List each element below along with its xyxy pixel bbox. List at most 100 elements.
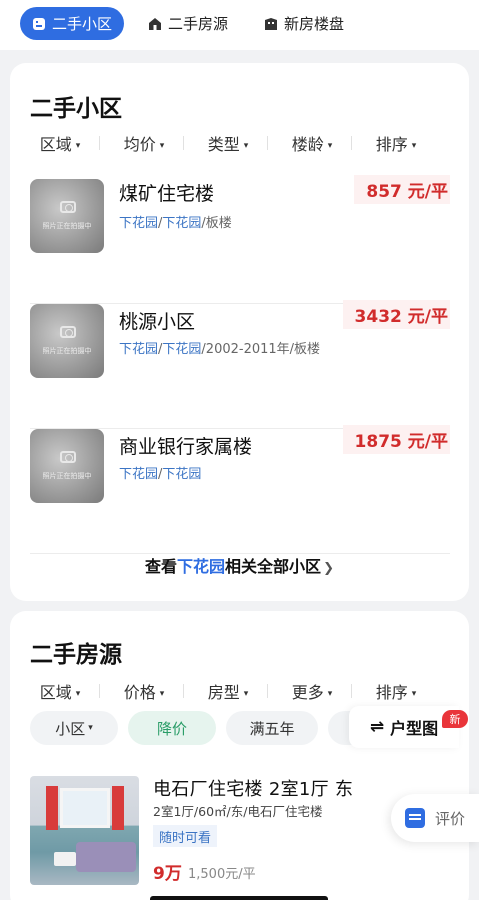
bottom-bar-edge — [150, 896, 328, 900]
tab-new-homes[interactable]: 新房楼盘 — [264, 7, 344, 40]
chip-label: 满五年 — [249, 719, 295, 738]
filter-type[interactable]: 类型 ▾ — [186, 131, 270, 155]
divider — [183, 136, 184, 150]
price-unit: 元/平 — [407, 432, 448, 452]
community-name: 商业银行家属楼 — [119, 436, 253, 458]
filter-label: 区域 — [39, 135, 72, 154]
photo-detail — [76, 842, 136, 872]
listing-card: 二手房源 区域▾ 价格▾ 房型▾ 更多▾ 排序▾ 小区▾ 降价 满五年 满 电石… — [10, 611, 469, 900]
district-link[interactable]: 下花园 — [119, 216, 158, 231]
tab-secondhand-listings[interactable]: 二手房源 — [148, 7, 228, 40]
community-meta: 下花园/下花园 — [119, 467, 202, 482]
divider — [99, 136, 100, 150]
chevron-down-icon: ▾ — [327, 140, 333, 151]
view-all-highlight: 下花园 — [177, 557, 226, 576]
chevron-down-icon: ▾ — [411, 688, 417, 699]
tab-label: 新房楼盘 — [284, 15, 345, 33]
tab-secondhand-community[interactable]: 二手小区 — [20, 7, 125, 40]
new-building-icon — [265, 17, 277, 30]
community-photo-placeholder: 照片正在拍摄中 — [30, 179, 104, 253]
filter-label: 房型 — [207, 683, 240, 702]
listing-tag: 随时可看 — [153, 825, 218, 847]
community-photo-placeholder: 照片正在拍摄中 — [30, 429, 104, 503]
filter-sort[interactable]: 排序 ▾ — [354, 679, 438, 703]
filter-label: 排序 — [375, 683, 408, 702]
community-item[interactable]: 照片正在拍摄中 煤矿住宅楼 下花园/下花园/板楼 857 元/平 — [30, 175, 450, 304]
filter-region[interactable]: 区域 ▾ — [18, 131, 102, 155]
view-all-prefix: 查看 — [145, 557, 178, 576]
community-meta: 下花园/下花园/2002-2011年/板楼 — [119, 342, 321, 357]
community-attrs: /板楼 — [201, 216, 232, 231]
home-icon — [149, 17, 161, 30]
building-icon — [33, 17, 45, 30]
price-value: 1875 — [354, 432, 402, 452]
filter-region[interactable]: 区域 ▾ — [18, 679, 102, 703]
community-price: 857 元/平 — [354, 175, 450, 204]
community-item[interactable]: 照片正在拍摄中 桃源小区 下花园/下花园/2002-2011年/板楼 3432 … — [30, 300, 450, 429]
chevron-down-icon: ▾ — [159, 140, 165, 151]
price-value: 3432 — [354, 307, 402, 327]
price-unit: 元/平 — [407, 307, 448, 327]
listing-photo[interactable] — [30, 776, 139, 885]
tab-label: 二手小区 — [52, 15, 113, 33]
district-link[interactable]: 下花园 — [119, 342, 158, 357]
filter-sort[interactable]: 排序 ▾ — [354, 131, 438, 155]
filter-avg-price[interactable]: 均价 ▾ — [102, 131, 186, 155]
review-button[interactable]: 评价 — [391, 794, 479, 842]
price-unit: 元/平 — [407, 182, 448, 202]
filter-label: 区域 — [39, 683, 72, 702]
listing-meta: 2室1厅/60㎡/东/电石厂住宅楼 — [153, 804, 323, 819]
area-link[interactable]: 下花园 — [162, 342, 201, 357]
area-link[interactable]: 下花园 — [162, 216, 201, 231]
section-title: 二手房源 — [30, 642, 122, 668]
filter-price[interactable]: 价格 ▾ — [102, 679, 186, 703]
filter-more[interactable]: 更多 ▾ — [270, 679, 354, 703]
filter-label: 类型 — [207, 135, 240, 154]
photo-detail — [60, 788, 110, 828]
filter-building-age[interactable]: 楼龄 ▾ — [270, 131, 354, 155]
photo-detail — [112, 786, 124, 830]
chip-over-five-years[interactable]: 满五年 — [226, 711, 318, 745]
filter-room-type[interactable]: 房型 ▾ — [186, 679, 270, 703]
community-card: 二手小区 区域 ▾ 均价 ▾ 类型 ▾ 楼龄 ▾ 排序 ▾ 照片正在拍摄中 煤矿住宅楼 下… — [10, 63, 469, 601]
divider — [267, 684, 268, 698]
listing-title[interactable]: 电石厂住宅楼 2室1厅 东 — [153, 775, 353, 801]
tab-label: 二手房源 — [168, 15, 229, 33]
community-item[interactable]: 照片正在拍摄中 商业银行家属楼 下花园/下花园 1875 元/平 — [30, 425, 450, 554]
chip-label: 降价 — [156, 719, 187, 738]
community-meta: 下花园/下花园/板楼 — [119, 216, 232, 231]
district-link[interactable]: 下花园 — [119, 467, 158, 482]
chevron-down-icon: ▾ — [75, 140, 81, 151]
section-title: 二手小区 — [30, 96, 122, 122]
comment-icon — [405, 808, 425, 828]
divider — [351, 684, 352, 698]
filter-label: 更多 — [291, 683, 324, 702]
chip-community[interactable]: 小区 ▾ — [30, 711, 118, 745]
community-attrs: /2002-2011年/板楼 — [201, 342, 321, 357]
photo-detail — [54, 852, 76, 866]
filter-label: 均价 — [123, 135, 156, 154]
community-photo-placeholder: 照片正在拍摄中 — [30, 304, 104, 378]
chevron-down-icon: ▾ — [75, 688, 81, 699]
camera-icon — [60, 201, 76, 213]
review-label: 评价 — [435, 809, 466, 828]
top-nav: 二手小区 二手房源 新房楼盘 — [0, 0, 479, 50]
chip-price-drop[interactable]: 降价 — [128, 711, 216, 745]
camera-icon — [60, 326, 76, 338]
chevron-down-icon: ▾ — [159, 688, 165, 699]
community-price: 1875 元/平 — [342, 425, 450, 454]
community-name: 煤矿住宅楼 — [119, 183, 215, 205]
chevron-down-icon: ▾ — [411, 140, 417, 151]
community-filter-bar: 区域 ▾ 均价 ▾ 类型 ▾ 楼龄 ▾ 排序 ▾ — [10, 131, 469, 155]
divider — [351, 136, 352, 150]
divider — [183, 684, 184, 698]
chevron-right-icon: ❯ — [323, 561, 334, 576]
new-badge: 新 — [442, 710, 468, 728]
photo-detail — [46, 786, 58, 830]
view-all-communities-link[interactable]: 查看下花园相关全部小区 ❯ — [10, 553, 469, 577]
area-link[interactable]: 下花园 — [162, 467, 201, 482]
swap-icon: ⇌ — [369, 717, 385, 737]
floor-plan-label: 户型图 — [390, 719, 439, 738]
divider — [267, 136, 268, 150]
community-name: 桃源小区 — [119, 311, 196, 333]
